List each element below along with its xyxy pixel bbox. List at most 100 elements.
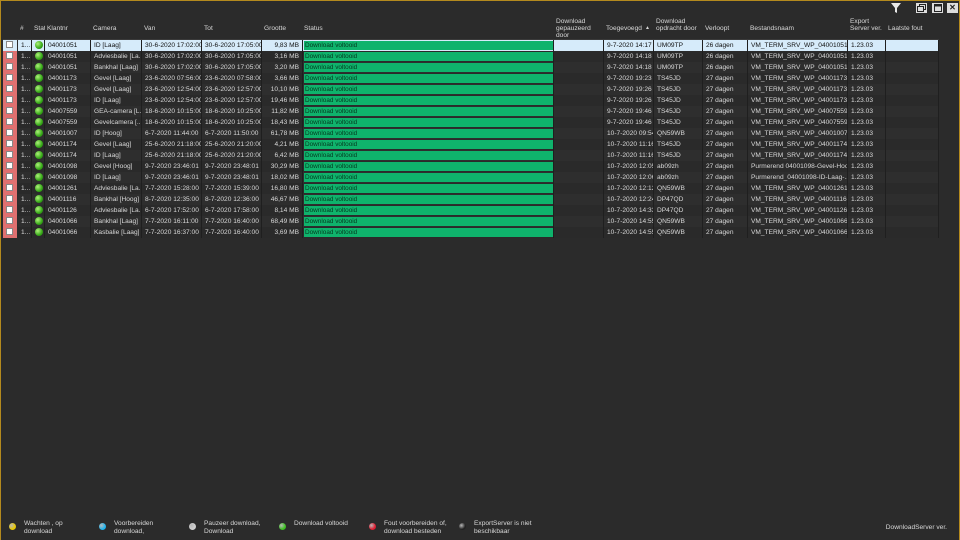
restore-window-icon[interactable] bbox=[916, 3, 927, 13]
row-checkbox[interactable] bbox=[3, 128, 18, 139]
header-van[interactable]: Van bbox=[142, 16, 202, 39]
header-bestandsnaam[interactable]: Bestandsnaam bbox=[748, 16, 848, 39]
status-complete-icon bbox=[35, 73, 43, 82]
table-row[interactable]: 1... 04007559 Gevelcamera [... 18-6-2020 10… bbox=[3, 117, 939, 128]
row-checkbox[interactable] bbox=[3, 84, 18, 95]
header-klantnr[interactable]: Klantnr bbox=[45, 16, 91, 39]
row-checkbox[interactable] bbox=[3, 62, 18, 73]
table-row[interactable]: 1... 04001066 Kasbalie [Laag] 7-7-2020 16:3… bbox=[3, 227, 939, 238]
checkbox[interactable] bbox=[6, 151, 13, 159]
cell-van: 8-7-2020 12:35:00 bbox=[142, 194, 202, 205]
table-row[interactable]: 1... 04001174 ID [Laag] 25-6-2020 21:18:00 2… bbox=[3, 150, 939, 161]
checkbox[interactable] bbox=[6, 96, 13, 104]
table-row[interactable]: 1... 04001066 Bankhal [Laag] 7-7-2020 16:11… bbox=[3, 216, 939, 227]
cell-camera: Adviesbalie [La... bbox=[91, 183, 142, 194]
row-checkbox[interactable] bbox=[3, 205, 18, 216]
header-export-version[interactable]: Export Server ver. bbox=[848, 16, 886, 39]
header-status[interactable]: Status bbox=[303, 16, 554, 39]
table-row[interactable]: 1... 04001007 ID [Hoog] 6-7-2020 11:44:00 6-… bbox=[3, 128, 939, 139]
header-num[interactable]: # bbox=[18, 16, 32, 39]
checkbox[interactable] bbox=[6, 184, 13, 192]
checkbox[interactable] bbox=[6, 107, 13, 115]
header-stat[interactable]: Stat. bbox=[32, 16, 45, 39]
checkbox[interactable] bbox=[6, 74, 13, 82]
table-row[interactable]: 1... 04001173 Gevel [Laag] 23-6-2020 07:56:… bbox=[3, 73, 939, 84]
checkbox[interactable] bbox=[6, 129, 13, 137]
table-row[interactable]: 1... 04001051 Bankhal [Laag] 30-6-2020 17:0… bbox=[3, 62, 939, 73]
row-checkbox[interactable] bbox=[3, 227, 18, 238]
checkbox[interactable] bbox=[6, 162, 13, 170]
table-row[interactable]: 1... 04001261 Adviesbalie [La... 7-7-2020 1… bbox=[3, 183, 939, 194]
table-row[interactable]: 1... 04001051 Adviesbalie [La... 30-6-2020 … bbox=[3, 51, 939, 62]
close-icon[interactable]: ✕ bbox=[947, 3, 958, 13]
cell-status: Download voltooid bbox=[303, 51, 554, 62]
cell-klantnr: 04007559 bbox=[45, 106, 91, 117]
row-checkbox[interactable] bbox=[3, 216, 18, 227]
checkbox[interactable] bbox=[6, 195, 13, 203]
cell-status: Download voltooid bbox=[303, 172, 554, 183]
cell-camera: ID [Laag] bbox=[91, 40, 142, 51]
row-checkbox[interactable] bbox=[3, 194, 18, 205]
cell-bestandsnaam: VM_TERM_SRV_WP_04001066... bbox=[748, 216, 848, 227]
cell-num: 1... bbox=[18, 216, 32, 227]
checkbox[interactable] bbox=[6, 140, 13, 148]
header-tot[interactable]: Tot bbox=[202, 16, 262, 39]
cell-verloopt: 27 dagen bbox=[703, 84, 748, 95]
row-checkbox[interactable] bbox=[3, 95, 18, 106]
cell-toegevoegd: 9-7-2020 19:26 bbox=[604, 95, 654, 106]
header-verloopt[interactable]: Verloopt bbox=[703, 16, 748, 39]
row-checkbox[interactable] bbox=[3, 51, 18, 62]
cell-camera: GEA-camera [L... bbox=[91, 106, 142, 117]
checkbox[interactable] bbox=[6, 118, 13, 126]
checkbox[interactable] bbox=[6, 173, 13, 181]
checkbox[interactable] bbox=[6, 206, 13, 214]
cell-laatste-fout bbox=[886, 172, 939, 183]
cell-bestandsnaam: VM_TERM_SRV_WP_04001173... bbox=[748, 73, 848, 84]
cell-tot: 23-6-2020 12:57:00 bbox=[202, 95, 262, 106]
row-checkbox[interactable] bbox=[3, 117, 18, 128]
table-row[interactable]: 1... 04007559 GEA-camera [L... 18-6-2020 10… bbox=[3, 106, 939, 117]
row-checkbox[interactable] bbox=[3, 183, 18, 194]
checkbox[interactable] bbox=[6, 85, 13, 93]
row-checkbox[interactable] bbox=[3, 40, 18, 51]
table-row[interactable]: 1... 04001174 Gevel [Laag] 25-6-2020 21:18:… bbox=[3, 139, 939, 150]
progress-bar: Download voltooid bbox=[304, 96, 553, 105]
header-opdracht[interactable]: Download opdracht door bbox=[654, 16, 703, 39]
cell-laatste-fout bbox=[886, 40, 939, 51]
table-row[interactable]: 1... 04001173 ID [Laag] 23-6-2020 12:54:00 2… bbox=[3, 95, 939, 106]
legend-label: Pauzeer download, Download bbox=[204, 520, 261, 535]
cell-toegevoegd: 9-7-2020 14:18 bbox=[604, 62, 654, 73]
row-checkbox[interactable] bbox=[3, 150, 18, 161]
row-checkbox[interactable] bbox=[3, 106, 18, 117]
header-grootte[interactable]: Grootte bbox=[262, 16, 303, 39]
checkbox[interactable] bbox=[6, 228, 13, 236]
checkbox[interactable] bbox=[6, 52, 13, 60]
checkbox[interactable] bbox=[6, 63, 13, 71]
cell-klantnr: 04001174 bbox=[45, 150, 91, 161]
row-checkbox[interactable] bbox=[3, 139, 18, 150]
table-row[interactable]: 1... 04001098 ID [Laag] 9-7-2020 23:46:01 9-… bbox=[3, 172, 939, 183]
row-checkbox[interactable] bbox=[3, 73, 18, 84]
header-camera[interactable]: Camera bbox=[91, 16, 142, 39]
table-row[interactable]: 1... 04001116 Bankhal [Hoog] 8-7-2020 12:35… bbox=[3, 194, 939, 205]
cell-status: Download voltooid bbox=[303, 150, 554, 161]
header-laatste-fout[interactable]: Laatste fout bbox=[886, 16, 939, 39]
cell-van: 7-7-2020 15:28:00 bbox=[142, 183, 202, 194]
header-gepauzeerd[interactable]: Download gepauzeerd door bbox=[554, 16, 604, 39]
cell-verloopt: 27 dagen bbox=[703, 161, 748, 172]
cell-klantnr: 04001116 bbox=[45, 194, 91, 205]
cell-export-version: 1.23.03 bbox=[848, 73, 886, 84]
header-toegevoegd[interactable]: Toegevoegd ▲ bbox=[604, 16, 654, 39]
checkbox[interactable] bbox=[6, 41, 13, 49]
funnel-icon[interactable] bbox=[889, 2, 903, 14]
table-row[interactable]: 1... 04001126 Adviesbalie [La... 6-7-2020 1… bbox=[3, 205, 939, 216]
table-row[interactable]: 1... 04001173 Gevel [Laag] 23-6-2020 12:54:… bbox=[3, 84, 939, 95]
checkbox[interactable] bbox=[6, 217, 13, 225]
progress-bar: Download voltooid bbox=[304, 52, 553, 61]
table-row[interactable]: 1... 04001051 ID [Laag] 30-6-2020 17:02:00 3… bbox=[3, 40, 939, 51]
table-row[interactable]: 1... 04001098 Gevel [Hoog] 9-7-2020 23:46:0… bbox=[3, 161, 939, 172]
row-checkbox[interactable] bbox=[3, 161, 18, 172]
cell-klantnr: 04001066 bbox=[45, 227, 91, 238]
row-checkbox[interactable] bbox=[3, 172, 18, 183]
maximize-icon[interactable] bbox=[932, 3, 943, 13]
